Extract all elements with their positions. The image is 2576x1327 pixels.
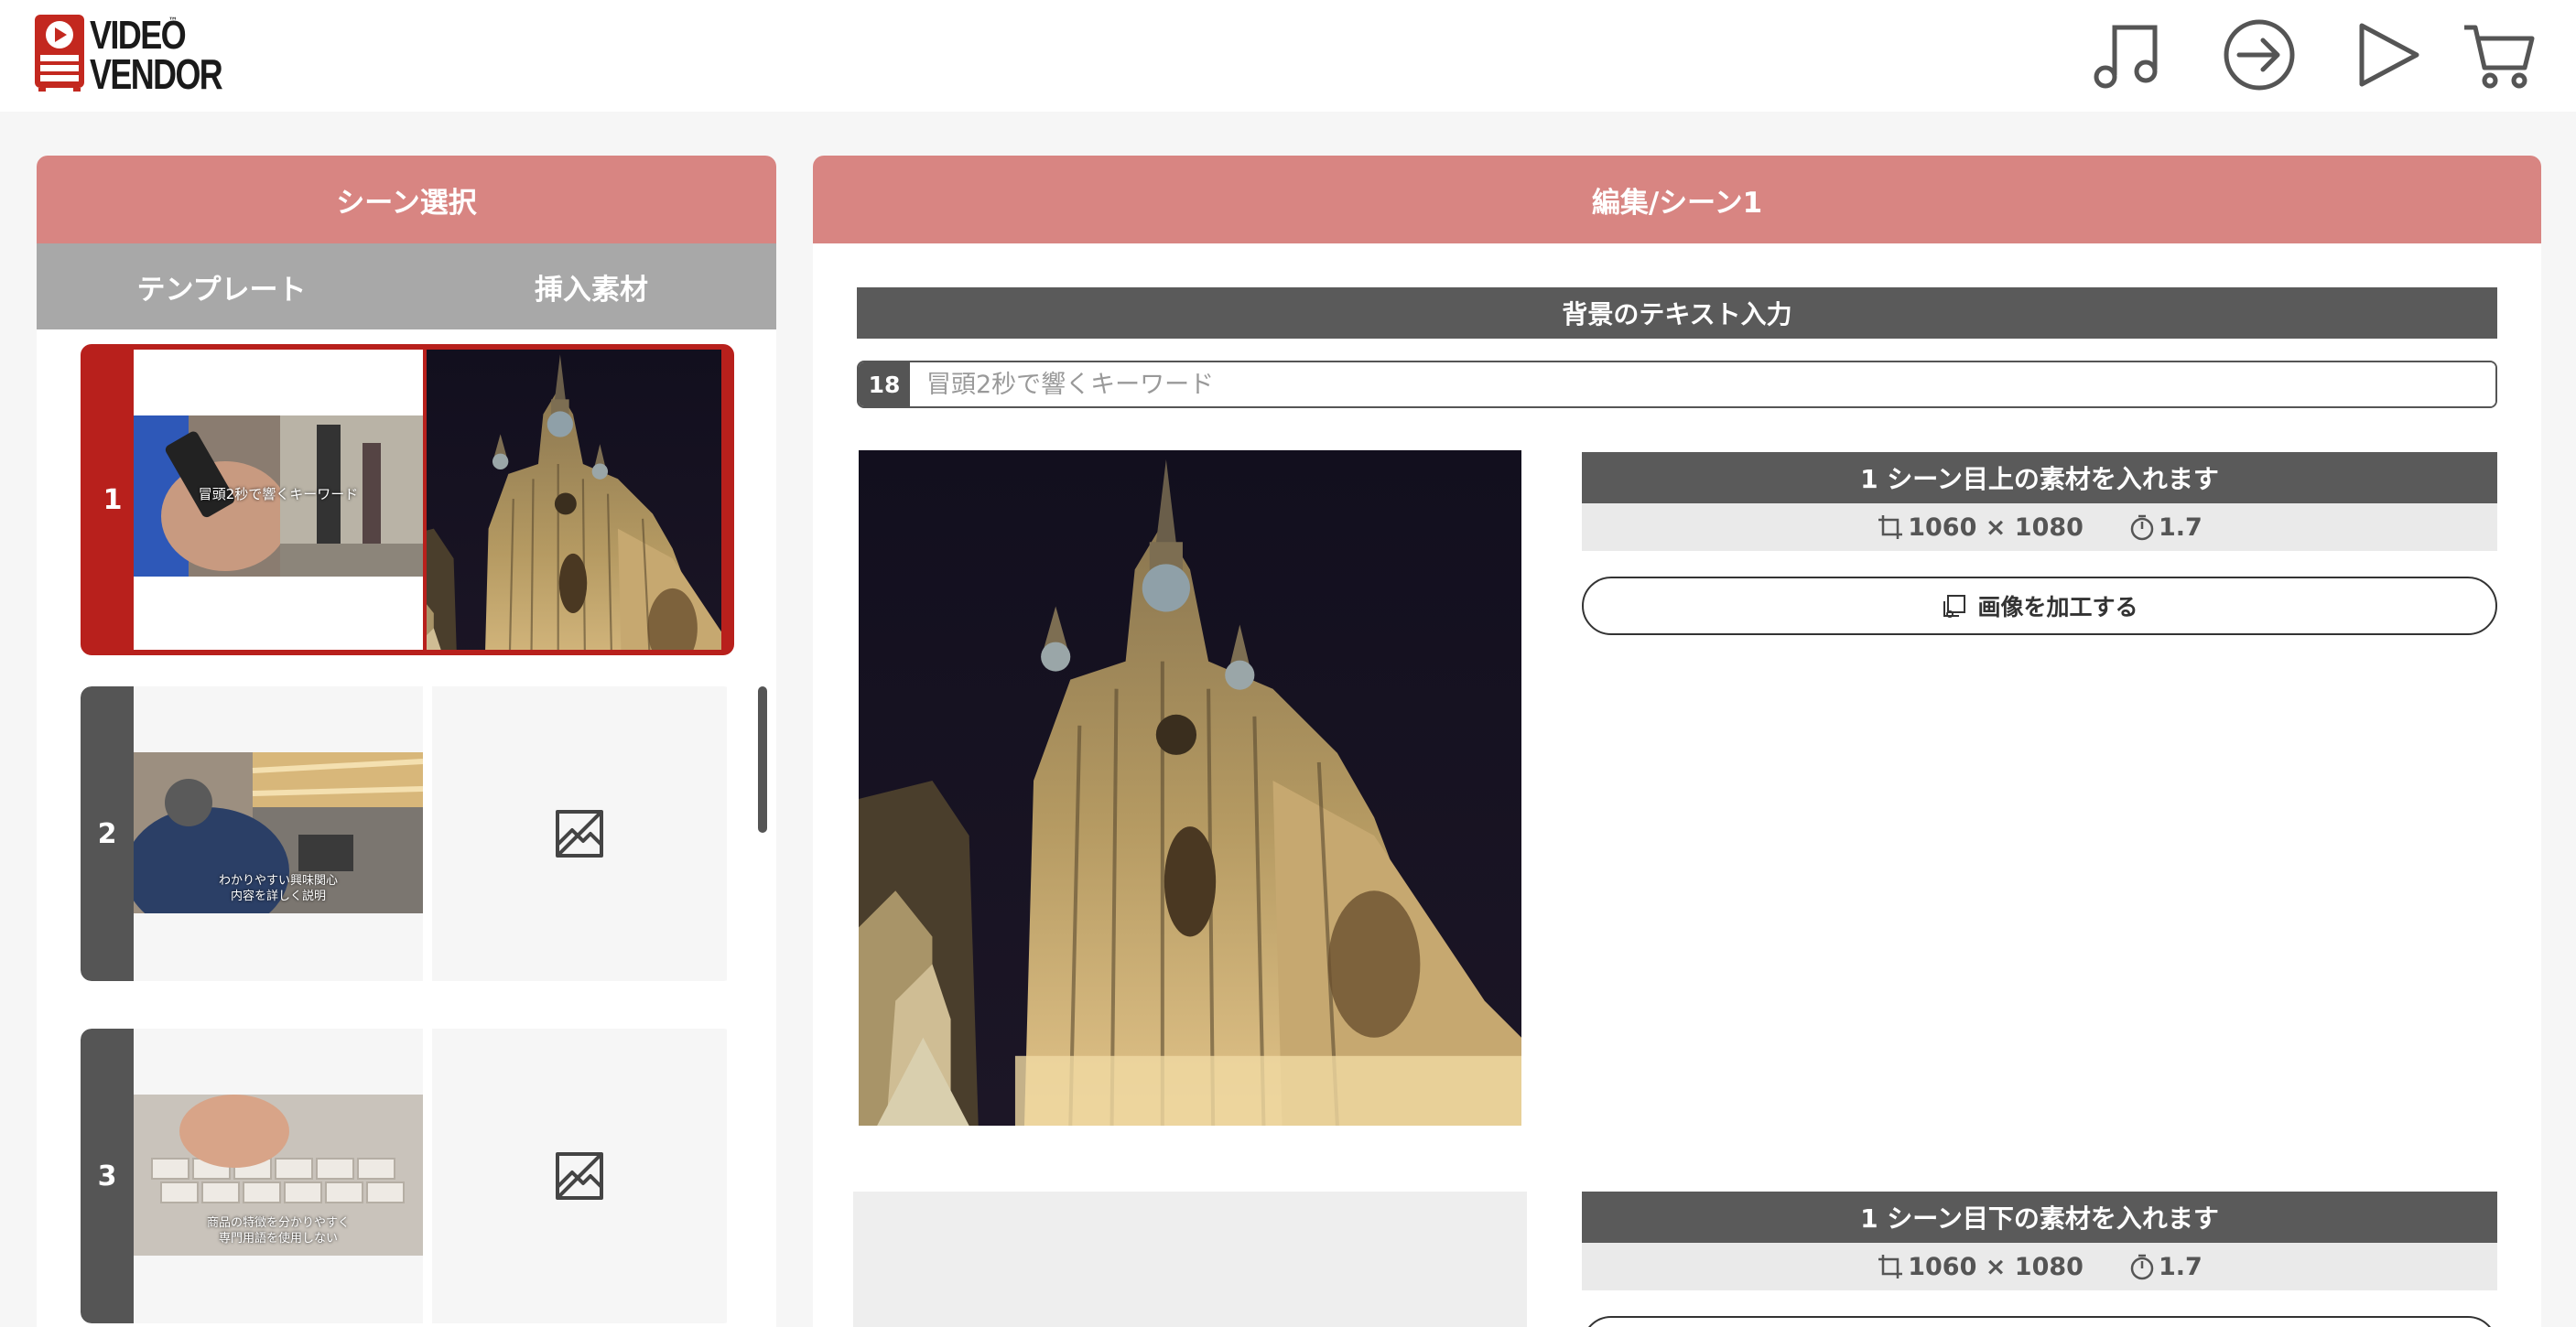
- resolution-info: 1060 × 1080: [1877, 513, 2084, 542]
- scene-template-slot[interactable]: 商品の特徴を分かりやすく 専門用語を使用しない: [134, 1029, 423, 1323]
- scene-material-thumbnail: [427, 350, 721, 650]
- music-note-icon[interactable]: [2089, 16, 2166, 93]
- tab-inserted-material[interactable]: 挿入素材: [406, 243, 776, 329]
- lower-material-heading: 1 シーン目下の素材を入れます: [1582, 1192, 2497, 1243]
- image-edit-icon: [1943, 595, 1966, 618]
- duration-value: 1.7: [2158, 1252, 2203, 1281]
- cart-icon[interactable]: [2461, 16, 2538, 93]
- upper-material-preview[interactable]: [859, 450, 1521, 1126]
- video-vendor-logo[interactable]: VIDEO ™ VENDOR: [33, 13, 223, 98]
- scene-caption: 冒頭2秒で響くキーワード: [198, 486, 359, 502]
- lower-material-info: 1060 × 1080 1.7: [1582, 1243, 2497, 1290]
- lower-material-preview[interactable]: [853, 1192, 1527, 1327]
- scene-number: 1: [86, 350, 139, 650]
- scene-template-slot[interactable]: 冒頭2秒で響くキーワード: [134, 350, 423, 650]
- tab-template[interactable]: テンプレート: [37, 243, 406, 329]
- scene-material-slot[interactable]: [432, 1029, 727, 1323]
- scene-card-3[interactable]: 3 商品の特徴を分かりやすく 専門用語を使用しない: [81, 1029, 734, 1323]
- timer-icon: [2130, 514, 2154, 541]
- scene-caption: 商品の特徴を分かりやすく 専門用語を使用しない: [206, 1216, 350, 1246]
- edit-image-button[interactable]: 画像を加工する: [1582, 577, 2497, 635]
- edit-panel-title: 編集/シーン1: [813, 156, 2541, 243]
- scene-list[interactable]: 1 冒頭2秒で響くキーワード 2 わかりやすい興味関心 内容を詳しく説明 3 商…: [37, 329, 776, 1327]
- crop-icon: [1878, 1255, 1903, 1278]
- resolution-info: 1060 × 1080: [1877, 1253, 2084, 1281]
- char-count-badge: 18: [859, 362, 910, 406]
- scene-card-1[interactable]: 1 冒頭2秒で響くキーワード: [81, 344, 734, 655]
- scene-caption: わかりやすい興味関心 内容を詳しく説明: [218, 874, 338, 903]
- no-image-icon: [556, 1152, 603, 1200]
- logo-trademark: ™: [168, 16, 178, 27]
- resolution-value: 1060 × 1080: [1908, 512, 2084, 542]
- no-image-icon: [556, 810, 603, 858]
- crop-icon: [1878, 515, 1903, 539]
- scene-material-slot[interactable]: [427, 350, 721, 650]
- upper-material-info: 1060 × 1080 1.7: [1582, 503, 2497, 551]
- duration-info: 1.7: [2129, 513, 2203, 542]
- scene-material-slot[interactable]: [432, 686, 727, 981]
- edit-image-label: 画像を加工する: [1977, 594, 2138, 620]
- scene-card-2[interactable]: 2 わかりやすい興味関心 内容を詳しく説明: [81, 686, 734, 981]
- arrow-circle-right-icon[interactable]: [2221, 16, 2298, 93]
- upper-material-heading: 1 シーン目上の素材を入れます: [1582, 452, 2497, 503]
- logo-tv-icon: [35, 15, 84, 92]
- duration-info: 1.7: [2129, 1253, 2203, 1281]
- scene-selection-panel: シーン選択 テンプレート 挿入素材 1 冒頭2秒で響くキーワード 2 わかりやす…: [37, 156, 776, 1327]
- background-text-input[interactable]: [910, 362, 2495, 406]
- scene-template-slot[interactable]: わかりやすい興味関心 内容を詳しく説明: [134, 686, 423, 981]
- background-text-field[interactable]: 18: [857, 361, 2497, 408]
- scene-template-thumbnail: 商品の特徴を分かりやすく 専門用語を使用しない: [134, 1095, 423, 1256]
- logo-line-2: VENDOR: [90, 50, 223, 98]
- resolution-value: 1060 × 1080: [1908, 1252, 2084, 1281]
- duration-value: 1.7: [2158, 512, 2203, 542]
- edit-panel: 編集/シーン1 背景のテキスト入力 18 1 シーン目上の素材を入れます 106…: [813, 156, 2541, 1327]
- scene-template-thumbnail: 冒頭2秒で響くキーワード: [134, 415, 423, 577]
- scene-template-thumbnail: わかりやすい興味関心 内容を詳しく説明: [134, 752, 423, 913]
- scene-number: 2: [81, 686, 134, 981]
- top-bar: VIDEO ™ VENDOR: [0, 0, 2576, 112]
- scene-number: 3: [81, 1029, 134, 1323]
- timer-icon: [2130, 1254, 2154, 1280]
- background-text-section-title: 背景のテキスト入力: [857, 287, 2497, 339]
- scene-tabs: テンプレート 挿入素材: [37, 243, 776, 329]
- play-icon[interactable]: [2349, 16, 2426, 93]
- scene-list-scrollbar[interactable]: [758, 686, 767, 833]
- scene-selection-title: シーン選択: [37, 156, 776, 243]
- lower-edit-image-button[interactable]: [1582, 1316, 2497, 1327]
